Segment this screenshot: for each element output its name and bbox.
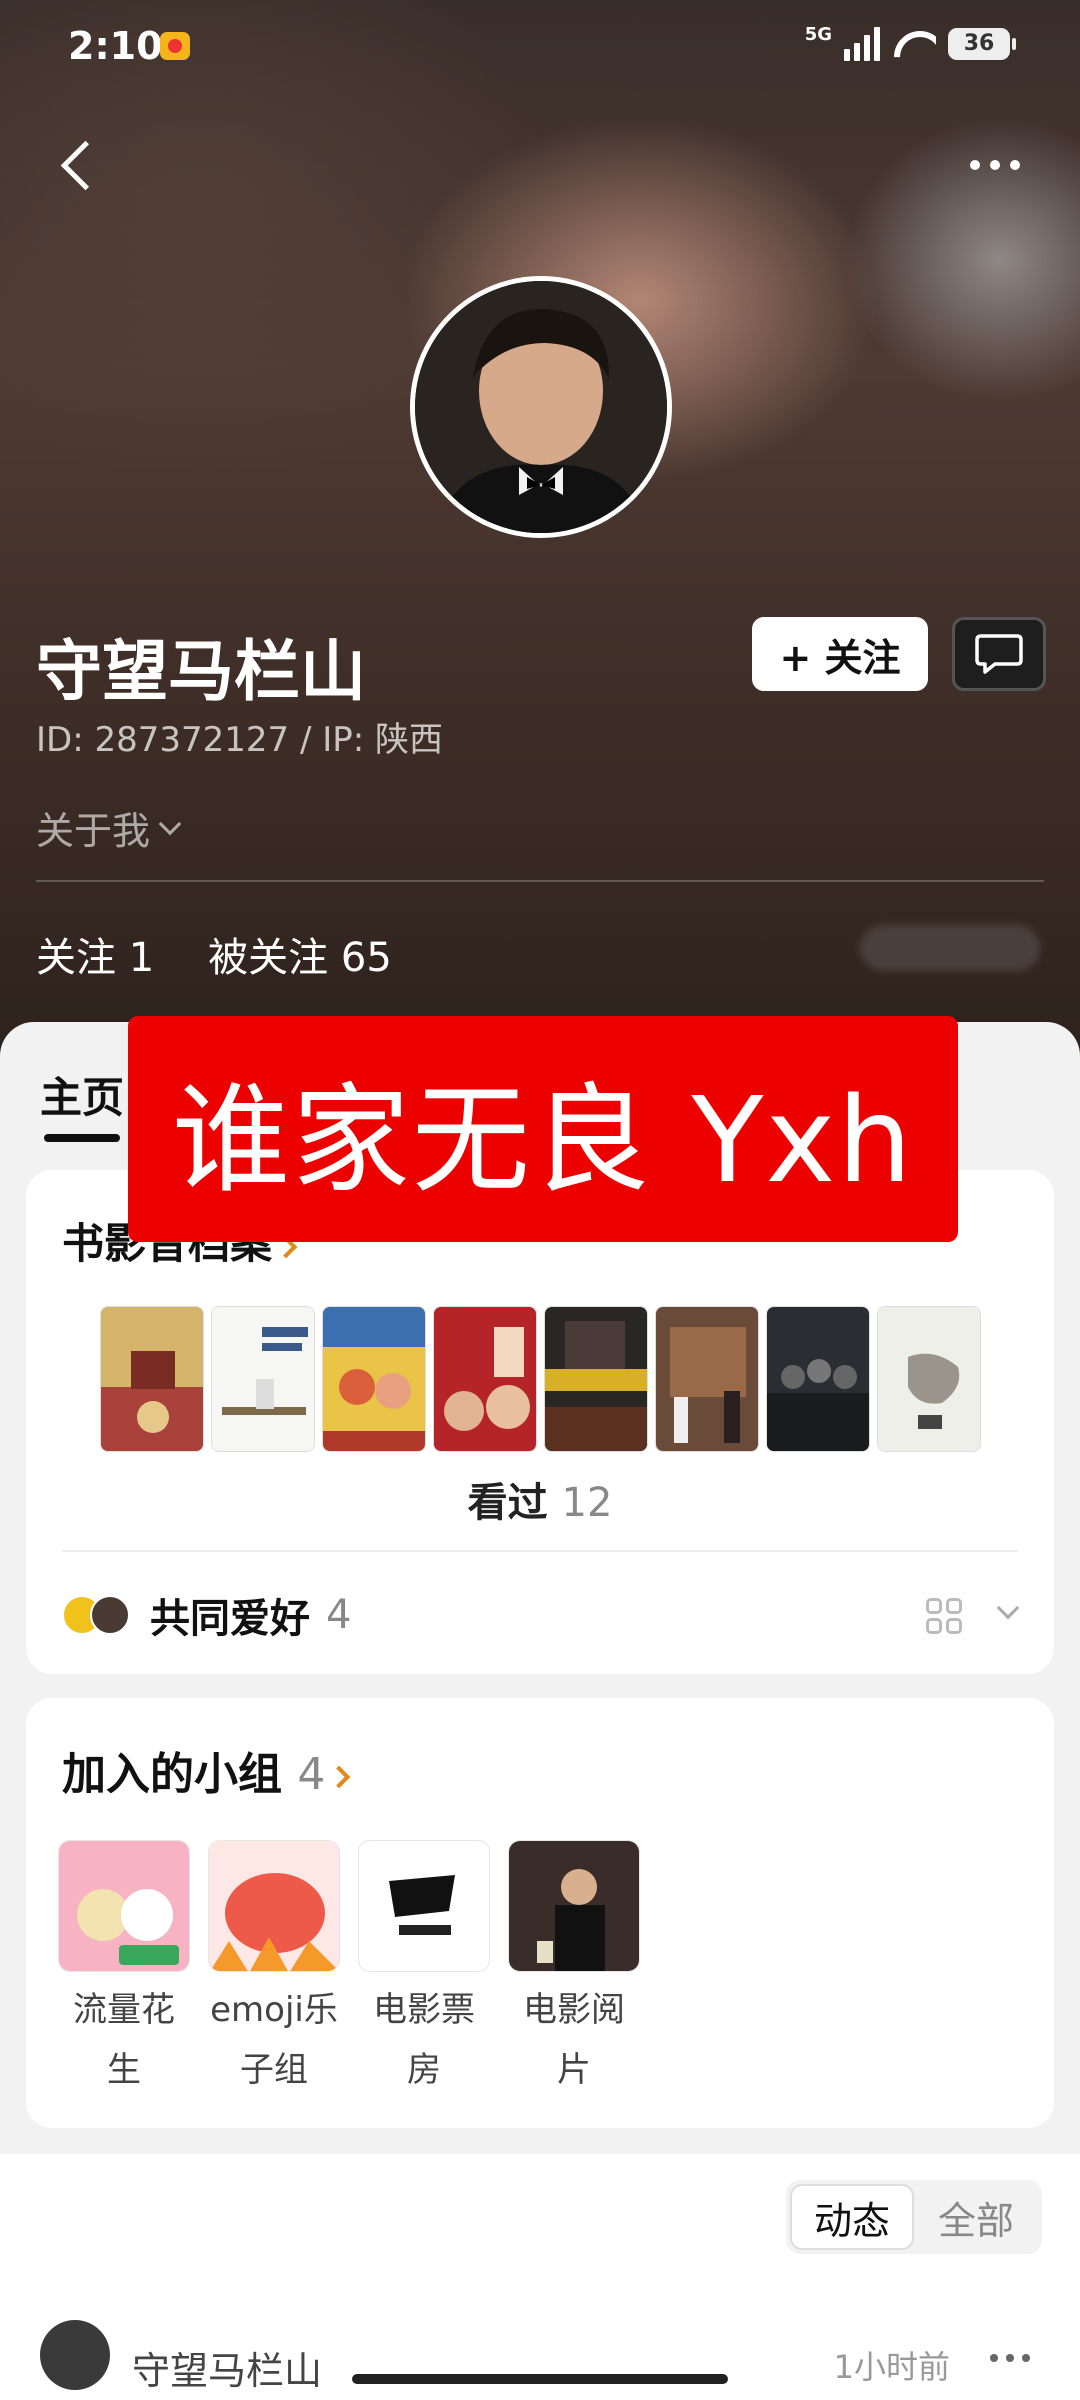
poster-image bbox=[323, 1307, 425, 1451]
group-name: 流量花生 bbox=[73, 1990, 175, 2090]
segment-all[interactable]: 全部 bbox=[914, 2184, 1038, 2250]
poster-image bbox=[878, 1307, 980, 1451]
joined-groups-title-text: 加入的小组 bbox=[62, 1749, 282, 1800]
group-name: emoji乐子组 bbox=[210, 1990, 338, 2090]
back-button[interactable] bbox=[50, 130, 110, 200]
shared-interests-row[interactable]: 共同爱好 4 bbox=[62, 1580, 1022, 1650]
tab-home[interactable]: 主页 bbox=[40, 1064, 124, 1125]
followers-stat[interactable]: 被关注 65 bbox=[208, 925, 392, 983]
poster-period-film[interactable] bbox=[655, 1306, 759, 1452]
post-more-icon[interactable] bbox=[990, 2354, 1030, 2362]
poster-crime-film[interactable] bbox=[766, 1306, 870, 1452]
signal-icon bbox=[844, 26, 880, 61]
poster-forrest-gump[interactable] bbox=[211, 1306, 315, 1452]
more-options-button[interactable] bbox=[960, 140, 1030, 190]
feed-post-header[interactable]: 守望马栏山 1小时前 bbox=[40, 2320, 1040, 2400]
group-item[interactable]: 流量花生 bbox=[58, 1840, 190, 2100]
poster-saw[interactable] bbox=[877, 1306, 981, 1452]
shared-interests-count: 4 bbox=[326, 1592, 352, 1638]
poster-journey-west[interactable] bbox=[322, 1306, 426, 1452]
follow-button[interactable]: + 关注 bbox=[752, 617, 928, 691]
about-me-toggle[interactable]: 关于我 bbox=[36, 800, 182, 855]
followers-label: 被关注 bbox=[208, 935, 329, 981]
post-author-avatar bbox=[40, 2320, 110, 2390]
media-archive-card: 书影音档案 看过 12 共同爱好 4 bbox=[26, 1170, 1054, 1674]
blurred-badge bbox=[860, 925, 1040, 971]
following-count: 1 bbox=[128, 935, 155, 981]
poster-image bbox=[212, 1307, 314, 1451]
poster-image bbox=[101, 1307, 203, 1451]
message-button[interactable] bbox=[952, 617, 1046, 691]
joined-groups-count: 4 bbox=[297, 1749, 326, 1800]
header-divider bbox=[36, 880, 1044, 882]
group-image bbox=[359, 1841, 489, 1971]
group-image bbox=[209, 1841, 339, 1971]
wifi-icon bbox=[892, 27, 936, 61]
network-label: 5G bbox=[804, 24, 832, 45]
following-stat[interactable]: 关注 1 bbox=[36, 925, 154, 983]
battery-icon: 36 bbox=[948, 27, 1016, 60]
status-time: 2:10 bbox=[68, 24, 163, 68]
follow-stats: 关注 1 被关注 65 bbox=[36, 925, 392, 983]
home-indicator[interactable] bbox=[352, 2374, 728, 2384]
poster-strip bbox=[100, 1306, 981, 1452]
group-name: 电影阅片 bbox=[523, 1990, 625, 2090]
about-me-label: 关于我 bbox=[36, 809, 151, 853]
poster-image bbox=[434, 1307, 536, 1451]
joined-groups-card: 加入的小组 4 流量花生 emoji乐子组 电影票房 电影阅片 bbox=[26, 1698, 1054, 2128]
chevron-down-icon[interactable] bbox=[996, 1596, 1020, 1620]
status-indicators: 5G 36 bbox=[804, 24, 1016, 63]
group-item[interactable]: 电影阅片 bbox=[508, 1840, 640, 2100]
card-divider bbox=[62, 1550, 1018, 1552]
shared-avatars bbox=[62, 1595, 130, 1635]
group-name: 电影票房 bbox=[373, 1990, 475, 2090]
group-item[interactable]: emoji乐子组 bbox=[208, 1840, 340, 2100]
group-image bbox=[59, 1841, 189, 1971]
grid-view-icon[interactable] bbox=[926, 1598, 962, 1634]
poster-chungking-express[interactable] bbox=[544, 1306, 648, 1452]
profile-id-ip: ID: 287372127 / IP: 陕西 bbox=[36, 720, 444, 760]
mini-avatar bbox=[90, 1595, 130, 1635]
watched-count: 12 bbox=[561, 1480, 613, 1526]
groups-list: 流量花生 emoji乐子组 电影票房 电影阅片 bbox=[58, 1840, 640, 2100]
group-thumbnail bbox=[58, 1840, 190, 1972]
chevron-right-icon bbox=[328, 1765, 351, 1789]
status-bar: 2:10 5G 36 bbox=[0, 0, 1080, 90]
group-item[interactable]: 电影票房 bbox=[358, 1840, 490, 2100]
watched-summary[interactable]: 看过 12 bbox=[26, 1470, 1054, 1528]
followers-count: 65 bbox=[340, 935, 392, 981]
chat-bubble-icon bbox=[975, 634, 1023, 674]
post-author-name: 守望马栏山 bbox=[132, 2349, 323, 2393]
avatar-photo bbox=[415, 281, 667, 533]
group-thumbnail bbox=[208, 1840, 340, 1972]
shared-interests-label: 共同爱好 bbox=[150, 1596, 310, 1642]
feed-filter-segment: 动态 全部 bbox=[786, 2180, 1042, 2254]
poster-last-emperor[interactable] bbox=[100, 1306, 204, 1452]
joined-groups-title[interactable]: 加入的小组 4 bbox=[62, 1738, 351, 1802]
watermark-banner: 谁家无良 Yxh bbox=[128, 1016, 958, 1242]
following-label: 关注 bbox=[36, 935, 116, 981]
poster-image bbox=[545, 1307, 647, 1451]
tab-active-indicator bbox=[44, 1134, 120, 1142]
chevron-down-icon bbox=[158, 812, 182, 835]
poster-image bbox=[767, 1307, 869, 1451]
group-thumbnail bbox=[508, 1840, 640, 1972]
profile-name: 守望马栏山 bbox=[36, 633, 366, 710]
app-notification-icon bbox=[160, 32, 190, 60]
group-thumbnail bbox=[358, 1840, 490, 1972]
post-timestamp: 1小时前 bbox=[833, 2348, 950, 2386]
profile-avatar[interactable] bbox=[410, 276, 672, 538]
poster-image bbox=[656, 1307, 758, 1451]
segment-updates[interactable]: 动态 bbox=[790, 2184, 914, 2250]
poster-drama[interactable] bbox=[433, 1306, 537, 1452]
group-image bbox=[509, 1841, 639, 1971]
watched-label: 看过 bbox=[467, 1480, 548, 1526]
